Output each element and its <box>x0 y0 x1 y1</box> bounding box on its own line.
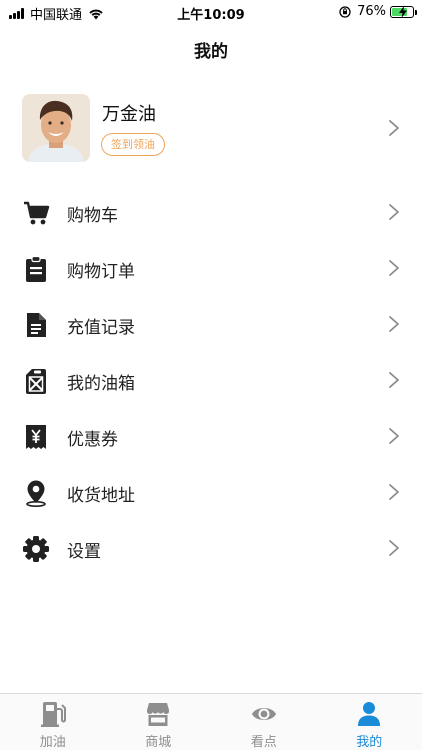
eye-icon <box>251 708 276 720</box>
avatar-photo <box>22 94 90 162</box>
tab-refuel[interactable]: 加油 <box>0 694 106 750</box>
tab-label: 我的 <box>356 735 383 750</box>
status-right: 76% <box>339 4 417 19</box>
menu-item-label: 购物车 <box>67 206 118 226</box>
charging-bolt-icon <box>399 5 407 18</box>
tab-label: 加油 <box>39 735 66 750</box>
fuel-pump-icon <box>40 702 66 727</box>
page-title: 我的 <box>194 42 228 62</box>
jerrycan-icon <box>26 369 46 394</box>
menu-item-label: 购物订单 <box>67 262 135 282</box>
menu-item-label: 收货地址 <box>67 486 135 506</box>
chevron-right-icon <box>389 428 399 444</box>
chevron-right-icon <box>389 484 399 500</box>
battery-percent: 76% <box>357 4 386 19</box>
clipboard-icon <box>26 255 46 282</box>
menu-item-orders[interactable]: 购物订单 <box>0 240 422 296</box>
menu-item-cart[interactable]: 购物车 <box>0 184 422 240</box>
tab-mine[interactable]: 我的 <box>317 694 422 750</box>
menu-item-address[interactable]: 收货地址 <box>0 464 422 520</box>
cart-icon <box>24 201 50 225</box>
user-icon <box>358 702 381 726</box>
tab-mall[interactable]: 商城 <box>106 694 212 750</box>
user-name: 万金油 <box>102 104 156 125</box>
avatar[interactable] <box>22 94 90 162</box>
document-icon <box>27 313 46 337</box>
location-pin-icon <box>26 480 46 507</box>
chevron-right-icon <box>389 372 399 388</box>
chevron-right-icon <box>389 316 399 332</box>
chevron-right-icon <box>389 540 399 556</box>
coupon-icon <box>26 425 46 449</box>
chevron-right-icon <box>389 120 399 136</box>
store-icon <box>147 703 170 726</box>
tab-label: 看点 <box>250 735 277 750</box>
profile-card[interactable]: 万金油 签到领油 <box>0 90 422 168</box>
gear-icon <box>23 536 49 562</box>
tab-bar: 加油 商城 看点 我的 <box>0 693 422 750</box>
menu-item-settings[interactable]: 设置 <box>0 520 422 576</box>
checkin-button[interactable]: 签到领油 <box>101 133 165 156</box>
battery-icon <box>390 5 417 18</box>
orientation-lock-icon <box>339 5 351 18</box>
tab-highlights[interactable]: 看点 <box>211 694 317 750</box>
tab-label: 商城 <box>145 735 172 750</box>
menu-item-label: 设置 <box>67 542 101 562</box>
menu-list: 购物车 购物订单 充值记录 我的油箱 优惠券 收货地址 设置 <box>0 184 422 576</box>
menu-item-coupons[interactable]: 优惠券 <box>0 408 422 464</box>
chevron-right-icon <box>389 204 399 220</box>
menu-item-label: 我的油箱 <box>67 374 135 394</box>
menu-item-my-tank[interactable]: 我的油箱 <box>0 352 422 408</box>
status-bar: 中国联通 上午10:09 76% <box>0 0 422 24</box>
menu-item-label: 充值记录 <box>67 318 135 338</box>
chevron-right-icon <box>389 260 399 276</box>
menu-item-label: 优惠券 <box>67 430 118 450</box>
menu-item-recharge-records[interactable]: 充值记录 <box>0 296 422 352</box>
